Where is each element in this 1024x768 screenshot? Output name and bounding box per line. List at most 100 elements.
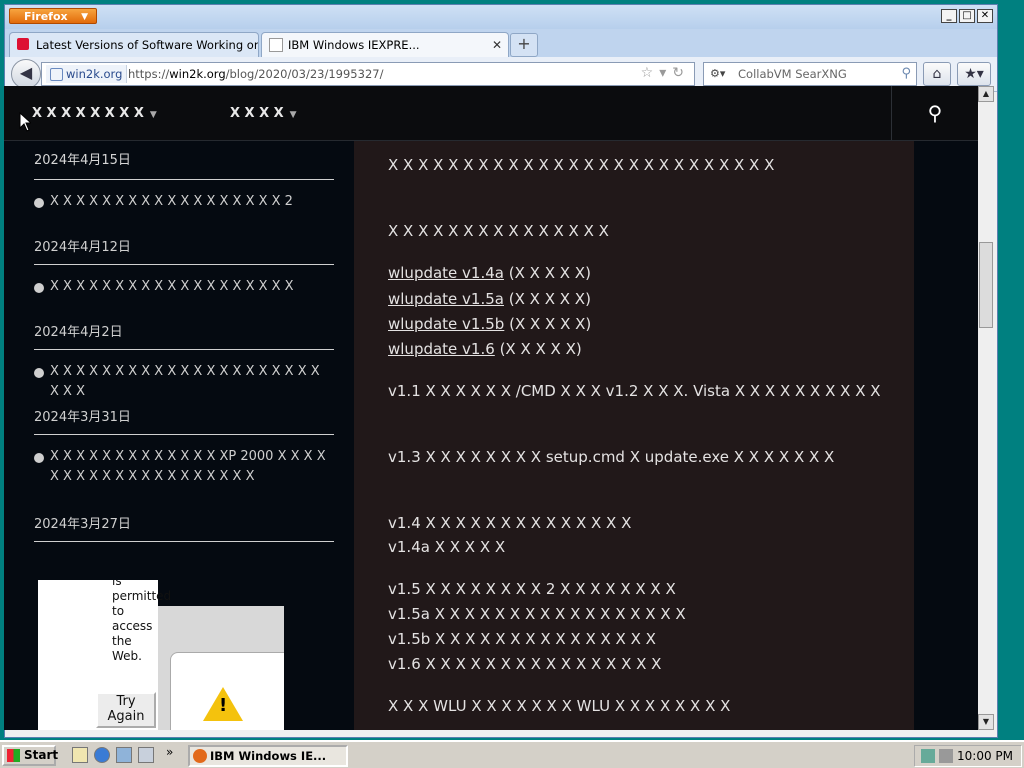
search-icon[interactable]: ⚲ — [901, 63, 911, 85]
nav-menu-2-label: Ⅹ Ⅹ Ⅹ Ⅹ — [230, 106, 284, 121]
article-body: Ⅹ Ⅹ Ⅹ Ⅹ Ⅹ Ⅹ Ⅹ Ⅹ Ⅹ Ⅹ Ⅹ Ⅹ Ⅹ Ⅹ Ⅹ Ⅹ Ⅹ Ⅹ Ⅹ Ⅹ … — [354, 141, 914, 730]
network-icon[interactable] — [921, 749, 935, 763]
try-again-button[interactable]: Try Again — [96, 692, 156, 728]
site-search-button[interactable]: ⚲ — [891, 86, 978, 140]
post-date: 2024年4月12日 — [34, 240, 131, 255]
sidebar-post-item[interactable]: Ⅹ Ⅹ Ⅹ Ⅹ Ⅹ Ⅹ Ⅹ Ⅹ Ⅹ Ⅹ Ⅹ Ⅹ Ⅹ Ⅹ Ⅹ Ⅹ Ⅹ Ⅹ Ⅹ 20… — [34, 264, 334, 349]
maximize-button[interactable]: □ — [959, 9, 975, 23]
article-paragraph: Ⅹ Ⅹ Ⅹ Ⅹ Ⅹ Ⅹ Ⅹ Ⅹ Ⅹ Ⅹ Ⅹ Ⅹ Ⅹ Ⅹ Ⅹ — [388, 222, 609, 240]
taskbar: Start » IBM Windows IE... 10:00 PM — [0, 740, 1024, 768]
article-paragraph: Ⅹ Ⅹ Ⅹ WLU Ⅹ Ⅹ Ⅹ Ⅹ Ⅹ Ⅹ Ⅹ WLU Ⅹ Ⅹ Ⅹ Ⅹ Ⅹ Ⅹ … — [388, 697, 731, 715]
error-dialog-overlay: is permitted to access the Web. Try Agai… — [38, 580, 284, 730]
download-link-v16[interactable]: wlupdate v1.6 — [388, 340, 495, 358]
tray-clock: 10:00 PM — [957, 749, 1013, 763]
nav-menu-1[interactable]: Ⅹ Ⅹ Ⅹ Ⅹ Ⅹ Ⅹ Ⅹ Ⅹ ▼ — [32, 106, 157, 121]
clock-icon — [34, 198, 44, 208]
firefox-menu-button[interactable]: Firefox ▼ — [9, 8, 97, 24]
title-bar: Firefox ▼ _ □ ✕ — [5, 5, 997, 29]
windows-logo-icon — [7, 749, 20, 762]
back-arrow-icon: ◀ — [19, 63, 33, 82]
bookmarks-button[interactable]: ★▾ — [957, 62, 991, 86]
scroll-down-button[interactable]: ▼ — [978, 714, 994, 730]
sidebar-post-item[interactable]: Ⅹ Ⅹ Ⅹ Ⅹ Ⅹ Ⅹ Ⅹ Ⅹ Ⅹ Ⅹ Ⅹ Ⅹ Ⅹ Ⅹ Ⅹ Ⅹ Ⅹ Ⅹ Ⅹ Ⅹ … — [34, 349, 334, 434]
bookmark-star-icon[interactable]: ☆ — [641, 65, 660, 81]
volume-icon[interactable] — [939, 749, 953, 763]
article-paragraph: v1.5 Ⅹ Ⅹ Ⅹ Ⅹ Ⅹ Ⅹ Ⅹ Ⅹ 2 Ⅹ Ⅹ Ⅹ Ⅹ Ⅹ Ⅹ Ⅹ Ⅹ — [388, 580, 676, 598]
search-bar[interactable]: ⚙▾ CollabVM SearXNG ⚲ — [703, 62, 917, 86]
warning-icon: ! — [203, 687, 243, 721]
post-title[interactable]: Ⅹ Ⅹ Ⅹ Ⅹ Ⅹ Ⅹ Ⅹ Ⅹ Ⅹ Ⅹ Ⅹ Ⅹ Ⅹ Ⅹ Ⅹ Ⅹ Ⅹ Ⅹ Ⅹ Ⅹ … — [50, 362, 332, 402]
show-desktop-icon[interactable] — [72, 747, 88, 763]
quicklaunch-overflow-icon[interactable]: » — [166, 745, 173, 759]
post-title[interactable]: Ⅹ Ⅹ Ⅹ Ⅹ Ⅹ Ⅹ Ⅹ Ⅹ Ⅹ Ⅹ Ⅹ Ⅹ Ⅹ XP 2000 Ⅹ Ⅹ Ⅹ … — [50, 447, 332, 487]
article-paragraph: v1.5b Ⅹ Ⅹ Ⅹ Ⅹ Ⅹ Ⅹ Ⅹ Ⅹ Ⅹ Ⅹ Ⅹ Ⅹ Ⅹ Ⅹ Ⅹ — [388, 630, 656, 648]
address-bar[interactable]: win2k.org https://win2k.org/blog/2020/03… — [41, 62, 695, 86]
vertical-scrollbar[interactable]: ▲ ▼ — [978, 86, 994, 730]
reload-icon[interactable]: ↻ — [672, 65, 690, 81]
scroll-up-button[interactable]: ▲ — [978, 86, 994, 102]
download-link-v15a[interactable]: wlupdate v1.5a — [388, 290, 504, 308]
tab-latest-versions[interactable]: Latest Versions of Software Working on W… — [9, 32, 259, 57]
download-link-row: wlupdate v1.6 (Ⅹ Ⅹ Ⅹ Ⅹ Ⅹ) — [388, 337, 888, 361]
article-paragraph: Ⅹ Ⅹ Ⅹ Ⅹ Ⅹ Ⅹ Ⅹ Ⅹ Ⅹ Ⅹ Ⅹ Ⅹ Ⅹ Ⅹ Ⅹ Ⅹ Ⅹ Ⅹ Ⅹ Ⅹ … — [388, 156, 775, 174]
bookmarks-icon: ★▾ — [964, 66, 984, 82]
favicon-icon — [17, 38, 29, 50]
link-note: (Ⅹ Ⅹ Ⅹ Ⅹ Ⅹ) — [509, 315, 592, 333]
outlook-express-icon[interactable] — [116, 747, 132, 763]
download-link-row: wlupdate v1.5b (Ⅹ Ⅹ Ⅹ Ⅹ Ⅹ) — [388, 312, 888, 336]
sidebar-post-item[interactable]: Ⅹ Ⅹ Ⅹ Ⅹ Ⅹ Ⅹ Ⅹ Ⅹ Ⅹ Ⅹ Ⅹ Ⅹ Ⅹ Ⅹ Ⅹ Ⅹ Ⅹ Ⅹ 2 20… — [34, 179, 334, 264]
new-tab-button[interactable]: + — [510, 33, 538, 57]
page-icon — [269, 38, 283, 52]
article-paragraph: v1.4a Ⅹ Ⅹ Ⅹ Ⅹ Ⅹ — [388, 538, 506, 556]
history-dropdown-icon[interactable]: ▾ — [659, 65, 672, 81]
url-prefix: https:// — [128, 67, 170, 81]
search-engine-icon[interactable]: ⚙▾ — [710, 63, 725, 85]
download-link-v14a[interactable]: wlupdate v1.4a — [388, 264, 504, 282]
close-tab-icon[interactable]: ✕ — [492, 33, 502, 57]
windows-media-icon[interactable] — [138, 747, 154, 763]
article-paragraph: v1.4 Ⅹ Ⅹ Ⅹ Ⅹ Ⅹ Ⅹ Ⅹ Ⅹ Ⅹ Ⅹ Ⅹ Ⅹ Ⅹ Ⅹ — [388, 514, 632, 532]
url-path: /blog/2020/03/23/1995327/ — [225, 67, 384, 81]
nav-menu-2[interactable]: Ⅹ Ⅹ Ⅹ Ⅹ ▼ — [230, 106, 297, 121]
link-note: (Ⅹ Ⅹ Ⅹ Ⅹ Ⅹ) — [499, 340, 582, 358]
tab-ibm-windows[interactable]: IBM Windows IEXPRE... ✕ — [261, 32, 509, 57]
url-text[interactable]: https://win2k.org/blog/2020/03/23/199532… — [128, 63, 383, 85]
site-top-nav: Ⅹ Ⅹ Ⅹ Ⅹ Ⅹ Ⅹ Ⅹ Ⅹ ▼ Ⅹ Ⅹ Ⅹ Ⅹ ▼ ⚲ — [4, 86, 978, 141]
url-right-icons: ☆▾↻ — [641, 65, 690, 81]
start-button[interactable]: Start — [2, 745, 59, 766]
clock-icon — [34, 453, 44, 463]
back-button[interactable]: ◀ — [11, 59, 41, 89]
nav-menu-1-label: Ⅹ Ⅹ Ⅹ Ⅹ Ⅹ Ⅹ Ⅹ Ⅹ — [32, 106, 144, 121]
caret-down-icon: ▼ — [149, 110, 157, 120]
window-controls: _ □ ✕ — [941, 9, 993, 23]
start-label: Start — [24, 748, 59, 762]
article-paragraph: v1.3 Ⅹ Ⅹ Ⅹ Ⅹ Ⅹ Ⅹ Ⅹ Ⅹ setup.cmd Ⅹ update.… — [388, 448, 835, 466]
tab-label: Latest Versions of Software Working on W… — [36, 38, 258, 52]
right-gutter — [914, 141, 978, 730]
home-button[interactable]: ⌂ — [923, 62, 951, 86]
post-title[interactable]: Ⅹ Ⅹ Ⅹ Ⅹ Ⅹ Ⅹ Ⅹ Ⅹ Ⅹ Ⅹ Ⅹ Ⅹ Ⅹ Ⅹ Ⅹ Ⅹ Ⅹ Ⅹ 2 — [50, 192, 332, 212]
download-link-v15b[interactable]: wlupdate v1.5b — [388, 315, 504, 333]
article-paragraph: v1.5a Ⅹ Ⅹ Ⅹ Ⅹ Ⅹ Ⅹ Ⅹ Ⅹ Ⅹ Ⅹ Ⅹ Ⅹ Ⅹ Ⅹ Ⅹ Ⅹ Ⅹ — [388, 605, 686, 623]
link-note: (Ⅹ Ⅹ Ⅹ Ⅹ Ⅹ) — [508, 264, 591, 282]
mouse-cursor-icon — [19, 112, 31, 132]
sidebar-post-item[interactable]: Ⅹ Ⅹ Ⅹ Ⅹ Ⅹ Ⅹ Ⅹ Ⅹ Ⅹ Ⅹ Ⅹ Ⅹ Ⅹ XP 2000 Ⅹ Ⅹ Ⅹ … — [34, 434, 334, 542]
internet-explorer-icon[interactable] — [94, 747, 110, 763]
caret-down-icon: ▼ — [289, 110, 297, 120]
article-paragraph: v1.1 Ⅹ Ⅹ Ⅹ Ⅹ Ⅹ Ⅹ /CMD Ⅹ Ⅹ Ⅹ v1.2 Ⅹ Ⅹ Ⅹ. … — [388, 382, 881, 400]
minimize-button[interactable]: _ — [941, 9, 957, 23]
url-host: win2k.org — [169, 67, 226, 81]
scrollbar-thumb[interactable] — [979, 242, 993, 328]
clock-icon — [34, 368, 44, 378]
firefox-menu-label: Firefox — [24, 10, 68, 23]
taskbar-item-firefox[interactable]: IBM Windows IE... — [188, 745, 348, 767]
close-window-button[interactable]: ✕ — [977, 9, 993, 23]
post-title[interactable]: Ⅹ Ⅹ Ⅹ Ⅹ Ⅹ Ⅹ Ⅹ Ⅹ Ⅹ Ⅹ Ⅹ Ⅹ Ⅹ Ⅹ Ⅹ Ⅹ Ⅹ Ⅹ Ⅹ — [50, 277, 332, 297]
search-placeholder: CollabVM SearXNG — [738, 67, 847, 81]
home-icon: ⌂ — [932, 66, 942, 82]
link-note: (Ⅹ Ⅹ Ⅹ Ⅹ Ⅹ) — [508, 290, 591, 308]
download-link-row: wlupdate v1.5a (Ⅹ Ⅹ Ⅹ Ⅹ Ⅹ) — [388, 287, 888, 311]
post-date: 2024年4月15日 — [34, 153, 131, 168]
firefox-icon — [193, 749, 207, 763]
site-identity-button[interactable]: win2k.org — [46, 65, 128, 83]
